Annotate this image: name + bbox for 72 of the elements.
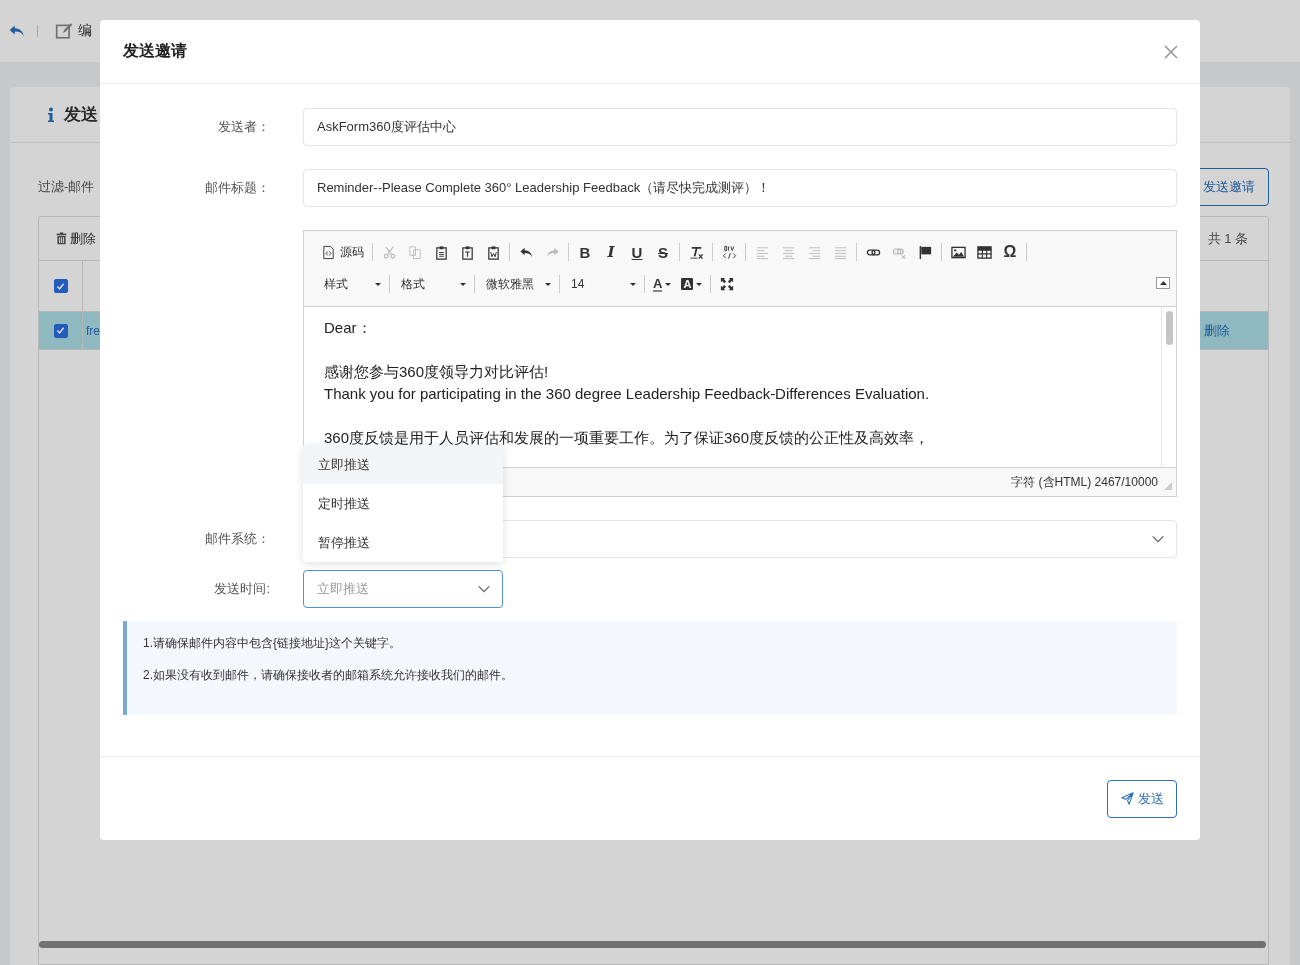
caret-icon — [696, 282, 703, 286]
underline-button[interactable]: U — [624, 240, 650, 264]
toolbar-label[interactable]: 编 — [78, 22, 92, 40]
align-right-icon — [806, 244, 822, 260]
special-character-button[interactable]: Ω — [997, 240, 1023, 264]
toolbar-dropdown[interactable]: 微软雅黑 — [478, 272, 556, 296]
send-button[interactable]: 发送 — [1107, 779, 1177, 818]
caret-icon — [545, 282, 551, 286]
card-title: 发送 — [64, 104, 98, 126]
clipboard-icon — [433, 244, 449, 260]
strikethrough-button[interactable]: S — [650, 240, 676, 264]
horizontal-scrollbar[interactable] — [39, 941, 1266, 948]
subject-field[interactable]: Reminder--Please Complete 360° Leadership Feedback（请尽快完成测评）！ — [303, 169, 1177, 207]
toolbar-dropdown[interactable]: 格式 — [393, 272, 471, 296]
clipboard-icon — [485, 244, 501, 260]
collapse-toolbar-button[interactable] — [1156, 277, 1170, 289]
edit-icon — [55, 22, 73, 40]
align-center-icon — [780, 244, 796, 260]
triangle-icon — [1159, 281, 1167, 285]
background-color-button[interactable]: A — [676, 272, 708, 296]
info-icon — [47, 106, 55, 123]
editor-text: Thank you for participating in the 360 degree Leadership Feedback-Differences Evaluation. — [324, 384, 931, 404]
table-icon — [976, 244, 992, 260]
flag-icon — [917, 244, 933, 260]
trash-icon — [55, 232, 68, 245]
paper-plane-icon — [1120, 792, 1134, 805]
italic-button[interactable]: I — [598, 240, 624, 264]
editor-text: 感谢您参与360度领导力对比评估! — [324, 362, 550, 382]
check-icon — [56, 281, 65, 291]
toolbar-dropdown[interactable]: 样式 — [316, 272, 386, 296]
clear-format-icon — [688, 244, 704, 260]
scissors-icon — [381, 244, 397, 260]
toolbar-dropdown[interactable]: 14 — [563, 272, 641, 296]
field-label: 邮件标题： — [204, 179, 270, 197]
caret-icon — [460, 282, 466, 286]
notice-text: 2.如果没有收到邮件，请确保接收者的邮箱系统允许接收我们的邮件。 — [143, 667, 514, 684]
image-icon — [950, 244, 966, 260]
dialog-title: 发送邀请 — [123, 41, 187, 61]
caret-icon — [375, 282, 381, 286]
caret-icon — [665, 282, 672, 286]
text-color-button[interactable]: A — [648, 272, 677, 296]
check-icon — [56, 326, 65, 335]
checkbox[interactable] — [53, 323, 68, 338]
notice-text: 1.请确保邮件内容中包含{链接地址}这个关键字。 — [143, 635, 403, 652]
filter-label: 过滤-邮件 — [38, 178, 95, 196]
close-icon — [1163, 43, 1179, 60]
field-label: 邮件系统： — [204, 530, 270, 548]
record-count: 共 1 条 — [1207, 229, 1248, 248]
dropdown-option[interactable]: 立即推送 — [303, 445, 503, 484]
align-left-icon — [754, 244, 770, 260]
field-label: 发送者： — [217, 118, 270, 136]
caret-icon — [630, 282, 636, 286]
copy-icon — [407, 244, 423, 260]
checkbox[interactable] — [53, 279, 68, 293]
character-count: 字符 (含HTML) 2467/10000 — [1011, 473, 1158, 491]
scrollbar-thumb[interactable] — [1165, 311, 1173, 345]
delete-button[interactable]: 删除 — [55, 229, 96, 248]
resize-handle[interactable] — [1164, 482, 1172, 490]
editor-text: 360度反馈是用于人员评估和发展的一项重要工作。为了保证360度反馈的公正性及高效率， — [324, 428, 931, 448]
dropdown-option[interactable]: 暂停推送 — [303, 523, 503, 562]
align-justify-icon — [832, 244, 848, 260]
dropdown-option[interactable]: 定时推送 — [303, 484, 503, 523]
div-block-icon — [721, 244, 737, 260]
maximize-icon — [720, 277, 735, 291]
editor-text: Dear： — [324, 318, 373, 338]
source-button[interactable]: 源码 — [316, 240, 369, 264]
bold-button[interactable]: B — [572, 240, 598, 264]
table-cell: fre — [86, 323, 100, 338]
field-label: 发送时间: — [213, 580, 270, 598]
sender-field[interactable]: AskForm360度评估中心 — [303, 108, 1177, 146]
clipboard-icon — [459, 244, 475, 260]
source-icon — [321, 244, 336, 260]
